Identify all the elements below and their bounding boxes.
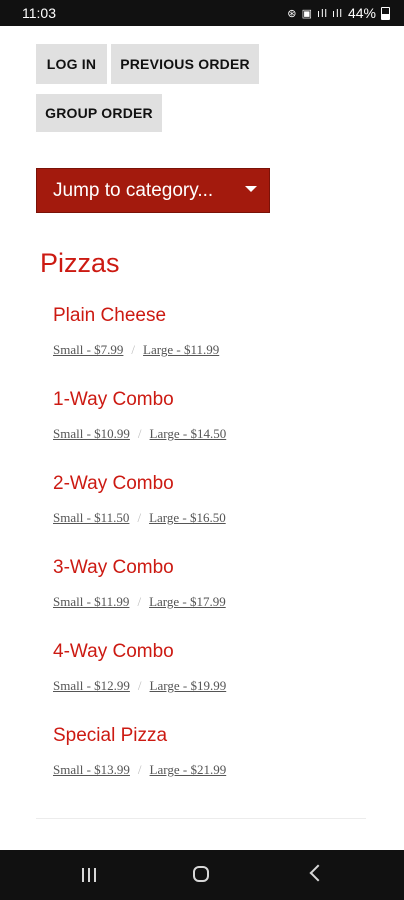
navigation-bar (0, 850, 404, 900)
small-price-link[interactable]: Small - $7.99 (53, 342, 123, 357)
menu-item: Special Pizza Small - $13.99 / Large - $21… (53, 724, 373, 808)
signal-icons: ⊛ ▣ ıll ıll (287, 7, 343, 20)
menu-item: 4-Way Combo Small - $12.99 / Large - $19.9… (53, 640, 373, 724)
divider (36, 818, 366, 819)
jump-to-category-select[interactable]: Jump to category... (36, 168, 270, 213)
small-price-link[interactable]: Small - $12.99 (53, 678, 130, 693)
menu-item-name[interactable]: 4-Way Combo (53, 640, 373, 668)
group-order-button[interactable]: GROUP ORDER (36, 94, 162, 132)
price-separator: / (137, 426, 142, 441)
menu-item-name[interactable]: 3-Way Combo (53, 556, 373, 584)
price-separator: / (131, 342, 136, 357)
menu-item-name[interactable]: Plain Cheese (53, 304, 373, 332)
menu-item: 1-Way Combo Small - $10.99 / Large - $14.5… (53, 388, 373, 472)
caret-down-icon (245, 186, 257, 192)
menu-item-prices: Small - $11.50 / Large - $16.50 (53, 510, 373, 526)
small-price-link[interactable]: Small - $11.99 (53, 594, 129, 609)
back-icon[interactable] (309, 864, 327, 882)
menu-item-prices: Small - $10.99 / Large - $14.50 (53, 426, 373, 442)
battery-icon (381, 6, 390, 20)
status-bar: 11:03 ⊛ ▣ ıll ıll 44% (0, 0, 404, 26)
login-button[interactable]: LOG IN (36, 44, 107, 84)
menu-item-prices: Small - $13.99 / Large - $21.99 (53, 762, 373, 778)
status-time: 11:03 (22, 5, 56, 21)
menu-item-prices: Small - $7.99 / Large - $11.99 (53, 342, 373, 358)
recents-icon[interactable] (82, 868, 96, 882)
price-separator: / (137, 678, 142, 693)
price-separator: / (137, 594, 142, 609)
small-price-link[interactable]: Small - $13.99 (53, 762, 130, 777)
menu-item: 3-Way Combo Small - $11.99 / Large - $17.9… (53, 556, 373, 640)
home-icon[interactable] (193, 866, 209, 882)
price-separator: / (137, 510, 142, 525)
status-indicators: ⊛ ▣ ıll ıll 44% (287, 5, 390, 21)
large-price-link[interactable]: Large - $16.50 (149, 510, 226, 525)
large-price-link[interactable]: Large - $17.99 (149, 594, 226, 609)
large-price-link[interactable]: Large - $11.99 (143, 342, 219, 357)
menu-item-list: Plain Cheese Small - $7.99 / Large - $11.9… (53, 304, 373, 808)
large-price-link[interactable]: Large - $19.99 (150, 678, 227, 693)
menu-item-prices: Small - $11.99 / Large - $17.99 (53, 594, 373, 610)
price-separator: / (137, 762, 142, 777)
section-title: Pizzas (40, 248, 120, 278)
menu-item: Plain Cheese Small - $7.99 / Large - $11.9… (53, 304, 373, 388)
menu-item-prices: Small - $12.99 / Large - $19.99 (53, 678, 373, 694)
large-price-link[interactable]: Large - $14.50 (150, 426, 227, 441)
menu-item-name[interactable]: 2-Way Combo (53, 472, 373, 500)
small-price-link[interactable]: Small - $10.99 (53, 426, 130, 441)
battery-percentage: 44% (347, 5, 376, 21)
large-price-link[interactable]: Large - $21.99 (150, 762, 227, 777)
jump-to-category-label: Jump to category... (53, 179, 214, 201)
menu-item-name[interactable]: Special Pizza (53, 724, 373, 752)
menu-item-name[interactable]: 1-Way Combo (53, 388, 373, 416)
small-price-link[interactable]: Small - $11.50 (53, 510, 129, 525)
previous-order-button[interactable]: PREVIOUS ORDER (111, 44, 259, 84)
menu-item: 2-Way Combo Small - $11.50 / Large - $16.5… (53, 472, 373, 556)
